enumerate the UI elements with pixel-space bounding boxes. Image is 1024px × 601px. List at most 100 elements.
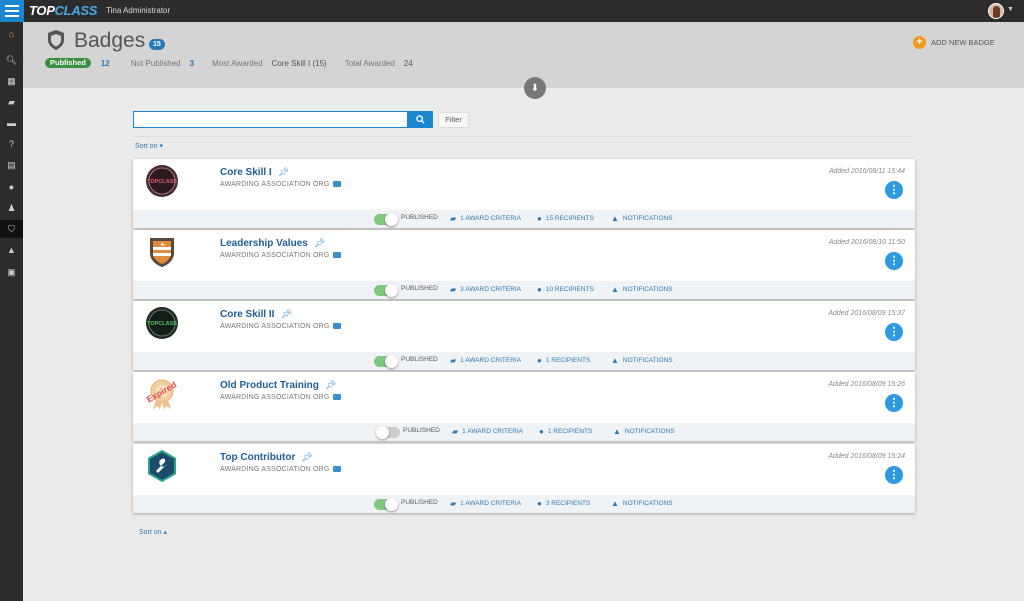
report-icon[interactable]: ▣	[0, 263, 23, 281]
more-options-button[interactable]: ⋮	[885, 252, 903, 270]
award-criteria-link[interactable]: ▰ 3 AWARD CRITERIA	[450, 285, 521, 294]
download-icon[interactable]: ⬇	[524, 77, 546, 99]
pin-icon[interactable]: 📌︎	[325, 380, 336, 390]
badge-card[interactable]: TOPCLASS Core Skill II 📌︎ AWARDING ASSOCIAT…	[133, 301, 915, 370]
publish-toggle[interactable]	[374, 213, 398, 226]
add-new-badge-button[interactable]: + ADD NEW BADGE	[913, 36, 995, 49]
card-footer: PUBLISHED ▰ 1 AWARD CRITERIA ● 1 RECIPIENTS ▲…	[133, 352, 915, 370]
briefcase-icon[interactable]: ▰	[0, 93, 23, 111]
published-label: PUBLISHED	[401, 285, 438, 292]
badge-card[interactable]: Top Contributor 📌︎ AWARDING ASSOCIATION OR…	[133, 444, 915, 513]
recipients-link[interactable]: ● 1 RECIPIENTS	[539, 427, 592, 436]
user-icon: ●	[537, 285, 542, 294]
shield-stripes-badge-icon[interactable]	[145, 235, 179, 269]
filter-button[interactable]: Filter	[438, 112, 469, 128]
badge-card[interactable]: Leadership Values 📌︎ AWARDING ASSOCIATION …	[133, 230, 915, 299]
recipients-link[interactable]: ● 10 RECIPIENTS	[537, 285, 594, 294]
publish-toggle[interactable]	[374, 284, 398, 297]
badge-name-link[interactable]: Leadership Values 📌︎	[220, 238, 325, 249]
badge-card[interactable]: TOPCLASS Core Skill I 📌︎ AWARDING ASSOCIATI…	[133, 159, 915, 228]
bell-icon: ▲	[611, 499, 619, 508]
badge-card[interactable]: Expired Old Product Training 📌︎ AWARDING AS…	[133, 372, 915, 441]
clipboard-icon[interactable]: ▤	[0, 156, 23, 174]
more-options-button[interactable]: ⋮	[885, 181, 903, 199]
bell-icon: ▲	[611, 356, 619, 365]
sort-on-top[interactable]: Sort on ▾	[135, 142, 163, 150]
mail-icon[interactable]	[332, 394, 341, 401]
not-published-label[interactable]: Not Published	[131, 59, 181, 68]
search-icon[interactable]: 🔍︎	[0, 51, 23, 69]
pin-icon[interactable]: 📌︎	[301, 452, 312, 462]
recipients-link[interactable]: ● 1 RECIPIENTS	[537, 356, 590, 365]
page-title: Badges	[74, 29, 146, 52]
published-count: 12	[100, 58, 110, 68]
user-icon: ●	[537, 356, 542, 365]
award-criteria-link[interactable]: ▰ 1 AWARD CRITERIA	[450, 499, 521, 508]
pin-icon[interactable]: 📌︎	[314, 238, 325, 248]
publish-toggle[interactable]	[374, 355, 398, 368]
user-icon: ●	[537, 499, 542, 508]
added-date: Added 2016/08/09 15:24	[828, 453, 905, 460]
added-date: Added 2016/08/11 15:44	[828, 168, 905, 175]
topclass-dark-badge-icon[interactable]: TOPCLASS	[145, 164, 179, 198]
mail-icon[interactable]	[332, 252, 341, 259]
book-icon[interactable]: ▬	[0, 114, 23, 132]
more-options-button[interactable]: ⋮	[885, 394, 903, 412]
not-published-count: 3	[189, 58, 195, 68]
dashboard-icon[interactable]: ▦	[0, 72, 23, 90]
notifications-link[interactable]: ▲ NOTIFICATIONS	[613, 427, 675, 436]
wrench-hexagon-badge-icon[interactable]	[145, 449, 179, 483]
sidebar-item-badges[interactable]: ⛉	[0, 220, 23, 238]
search-input[interactable]	[133, 111, 408, 128]
mail-icon[interactable]	[332, 323, 341, 330]
more-options-button[interactable]: ⋮	[885, 466, 903, 484]
notifications-link[interactable]: ▲ NOTIFICATIONS	[611, 285, 673, 294]
pin-icon[interactable]: 📌︎	[280, 309, 291, 319]
shield-icon	[48, 30, 64, 50]
publish-toggle[interactable]	[374, 498, 398, 511]
menu-icon[interactable]	[0, 0, 24, 22]
publish-toggle[interactable]	[376, 426, 400, 439]
help-icon[interactable]: ?	[0, 135, 23, 153]
expired-badge-icon[interactable]: Expired	[145, 377, 179, 411]
notifications-link[interactable]: ▲ NOTIFICATIONS	[611, 499, 673, 508]
plus-icon: +	[913, 36, 926, 49]
more-options-button[interactable]: ⋮	[885, 323, 903, 341]
published-label: PUBLISHED	[401, 499, 438, 506]
user-icon[interactable]: ●	[0, 178, 23, 196]
users-icon[interactable]: ♟	[0, 199, 23, 217]
pin-icon[interactable]: 📌︎	[278, 167, 289, 177]
recipients-link[interactable]: ● 15 RECIPIENTS	[537, 214, 594, 223]
app-logo[interactable]: TOPCLASS	[29, 3, 97, 18]
added-date: Added 2016/08/09 15:26	[828, 381, 905, 388]
badge-name-link[interactable]: Top Contributor 📌︎	[220, 452, 313, 463]
topclass-green-badge-icon[interactable]: TOPCLASS	[145, 306, 179, 340]
bell-icon: ▲	[611, 285, 619, 294]
comment-icon: ▰	[452, 427, 459, 436]
mail-icon[interactable]	[332, 181, 341, 188]
chevron-down-icon[interactable]: ▼	[1007, 6, 1014, 13]
card-footer: PUBLISHED ▰ 1 AWARD CRITERIA ● 15 RECIPIENTS…	[133, 210, 915, 228]
home-icon[interactable]: ⌂	[0, 25, 23, 43]
award-criteria-link[interactable]: ▰ 1 AWARD CRITERIA	[452, 427, 523, 436]
badge-name-link[interactable]: Core Skill I 📌︎	[220, 167, 289, 178]
notifications-link[interactable]: ▲ NOTIFICATIONS	[611, 214, 673, 223]
badge-name-link[interactable]: Core Skill II 📌︎	[220, 309, 292, 320]
award-criteria-link[interactable]: ▰ 1 AWARD CRITERIA	[450, 214, 521, 223]
avatar[interactable]	[988, 3, 1004, 19]
mail-icon[interactable]	[332, 466, 341, 473]
issuer-org: AWARDING ASSOCIATION ORG	[220, 181, 341, 188]
search-button[interactable]	[408, 111, 433, 128]
published-pill[interactable]: Published	[45, 58, 91, 68]
bell-icon[interactable]: ▲	[0, 241, 23, 259]
sort-on-bottom[interactable]: Sort on ▴	[139, 528, 167, 536]
user-icon: ●	[537, 214, 542, 223]
issuer-org: AWARDING ASSOCIATION ORG	[220, 323, 341, 330]
comment-icon: ▰	[450, 499, 457, 508]
recipients-link[interactable]: ● 3 RECIPIENTS	[537, 499, 590, 508]
badge-name-link[interactable]: Old Product Training 📌︎	[220, 380, 336, 391]
svg-text:TOPCLASS: TOPCLASS	[147, 179, 177, 185]
award-criteria-link[interactable]: ▰ 1 AWARD CRITERIA	[450, 356, 521, 365]
bell-icon: ▲	[613, 427, 621, 436]
notifications-link[interactable]: ▲ NOTIFICATIONS	[611, 356, 673, 365]
